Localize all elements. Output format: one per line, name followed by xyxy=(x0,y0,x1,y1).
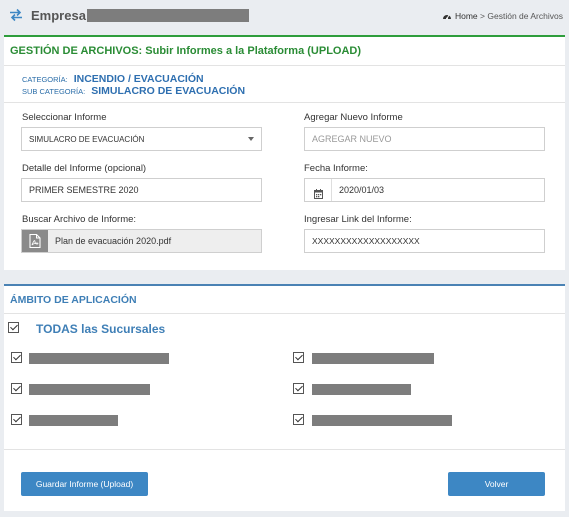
file-input[interactable]: Plan de evacuación 2020.pdf xyxy=(21,229,262,253)
breadcrumb: Home > Gestión de Archivos xyxy=(442,11,563,21)
panel-title: GESTIÓN DE ARCHIVOS: Subir Informes a la… xyxy=(10,45,362,57)
chevron-down-icon xyxy=(248,137,254,141)
branch-name-redacted xyxy=(29,415,118,426)
file-label: Buscar Archivo de Informe: xyxy=(22,214,137,225)
branch-name-redacted xyxy=(312,384,411,395)
all-branches-label: TODAS las Sucursales xyxy=(36,322,166,336)
branch-checkbox[interactable] xyxy=(293,414,304,425)
form-actions: Guardar Informe (Upload) Volver xyxy=(4,449,565,511)
date-value: 2020/01/03 xyxy=(339,185,385,195)
new-report-placeholder: AGREGAR NUEVO xyxy=(312,134,392,144)
branch-name-redacted xyxy=(312,415,452,426)
link-value: XXXXXXXXXXXXXXXXXXX xyxy=(312,236,420,246)
detail-label: Detalle del Informe (opcional) xyxy=(22,163,147,174)
date-input[interactable]: 2020/01/03 xyxy=(304,178,545,202)
calendar-icon[interactable] xyxy=(314,185,323,207)
category-label: CATEGORÍA: xyxy=(22,75,68,84)
new-report-input[interactable]: AGREGAR NUEVO xyxy=(304,127,545,151)
subcategory-value: SIMULACRO DE EVACUACIÓN xyxy=(91,85,246,97)
divider xyxy=(331,179,332,201)
date-label: Fecha Informe: xyxy=(304,163,368,174)
branch-checkbox[interactable] xyxy=(11,414,22,425)
top-bar: Empresa: Home > Gestión de Archivos xyxy=(0,0,569,32)
back-button[interactable]: Volver xyxy=(448,472,545,496)
browse-file-button[interactable] xyxy=(22,230,48,252)
select-report-value: SIMULACRO DE EVACUACIÓN xyxy=(29,135,145,144)
divider xyxy=(4,102,565,103)
select-report-dropdown[interactable]: SIMULACRO DE EVACUACIÓN xyxy=(21,127,262,151)
subcategory-row: SUB CATEGORÍA: SIMULACRO DE EVACUACIÓN xyxy=(22,85,245,97)
select-report-label: Seleccionar Informe xyxy=(22,112,107,123)
breadcrumb-home-link[interactable]: Home xyxy=(455,11,478,21)
branch-checkbox[interactable] xyxy=(293,352,304,363)
breadcrumb-current: Gestión de Archivos xyxy=(487,11,563,21)
file-name: Plan de evacuación 2020.pdf xyxy=(55,236,172,246)
branch-name-redacted xyxy=(29,384,150,395)
new-report-label: Agregar Nuevo Informe xyxy=(304,112,403,123)
link-input[interactable]: XXXXXXXXXXXXXXXXXXX xyxy=(304,229,545,253)
breadcrumb-separator: > xyxy=(480,11,486,21)
pdf-file-icon xyxy=(29,234,41,248)
all-branches-checkbox[interactable] xyxy=(8,322,19,333)
branch-name-redacted xyxy=(29,353,169,364)
company-label: Empresa: xyxy=(31,8,91,23)
link-label: Ingresar Link del Informe: xyxy=(304,214,412,225)
divider xyxy=(4,313,565,314)
subcategory-label: SUB CATEGORÍA: xyxy=(22,87,86,96)
scope-panel: ÁMBITO DE APLICACIÓN TODAS las Sucursale… xyxy=(4,284,565,449)
branch-name-redacted xyxy=(312,353,434,364)
category-row: CATEGORÍA: INCENDIO / EVACUACIÓN xyxy=(22,73,204,85)
detail-input[interactable]: PRIMER SEMESTRE 2020 xyxy=(21,178,262,202)
scope-panel-title: ÁMBITO DE APLICACIÓN xyxy=(10,294,137,306)
category-value: INCENDIO / EVACUACIÓN xyxy=(73,73,204,85)
company-name-redacted xyxy=(87,9,249,22)
swap-arrows-icon[interactable] xyxy=(9,8,23,22)
divider xyxy=(4,65,565,66)
upload-form-panel: GESTIÓN DE ARCHIVOS: Subir Informes a la… xyxy=(4,35,565,270)
dashboard-icon xyxy=(442,11,452,20)
branch-checkbox[interactable] xyxy=(11,352,22,363)
branch-checkbox[interactable] xyxy=(293,383,304,394)
detail-value: PRIMER SEMESTRE 2020 xyxy=(29,185,139,195)
branch-checkbox[interactable] xyxy=(11,383,22,394)
save-report-button[interactable]: Guardar Informe (Upload) xyxy=(21,472,148,496)
